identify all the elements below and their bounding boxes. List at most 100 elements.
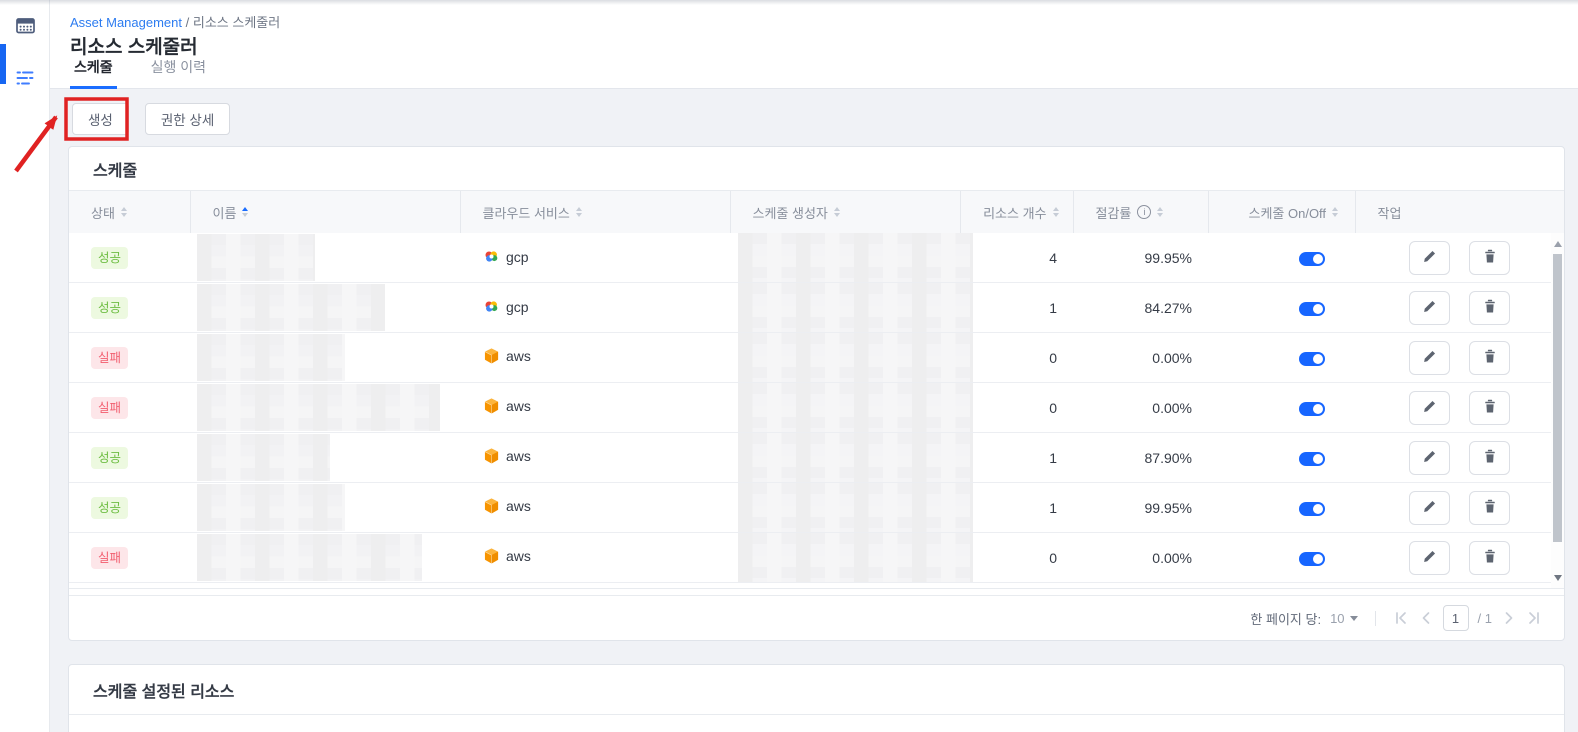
permission-detail-button[interactable]: 권한 상세 [145, 103, 230, 135]
sidebar-item-resource-scheduler[interactable] [0, 62, 50, 98]
delete-button[interactable] [1469, 291, 1510, 325]
redacted-name [197, 434, 330, 481]
sort-icon [1157, 207, 1163, 217]
last-page-button[interactable] [1526, 610, 1542, 626]
pencil-icon [1422, 399, 1437, 417]
scroll-up-icon[interactable] [1554, 241, 1562, 247]
cloud-provider-label: aws [506, 398, 531, 414]
edit-button[interactable] [1409, 541, 1450, 575]
first-page-button[interactable] [1393, 610, 1409, 626]
redacted-creator [738, 483, 973, 532]
table-row: 성공 [69, 433, 1564, 483]
delete-button[interactable] [1469, 341, 1510, 375]
trash-icon [1483, 549, 1497, 567]
sidebar-item-asset-inventory[interactable] [0, 10, 50, 46]
trash-icon [1483, 349, 1497, 367]
column-header-status[interactable]: 상태 [69, 191, 190, 233]
delete-button[interactable] [1469, 391, 1510, 425]
table-rows-viewport: 성공 [69, 233, 1564, 589]
cloud-provider-label: gcp [506, 299, 529, 315]
column-header-schedule-onoff[interactable]: 스케줄 On/Off [1208, 191, 1355, 233]
pencil-icon [1422, 249, 1437, 267]
schedule-toggle[interactable] [1299, 452, 1325, 466]
savings-rate: 99.95% [1073, 483, 1208, 533]
cloud-provider-label: aws [506, 348, 531, 364]
table-row: 성공 [69, 233, 1564, 283]
table-row: 실패 [69, 533, 1564, 583]
column-header-creator[interactable]: 스케줄 생성자 [730, 191, 960, 233]
scroll-down-icon[interactable] [1554, 575, 1562, 581]
resource-count: 1 [960, 433, 1073, 483]
resource-count: 4 [960, 233, 1073, 283]
prev-page-button[interactable] [1418, 610, 1434, 626]
trash-icon [1483, 399, 1497, 417]
pencil-icon [1422, 299, 1437, 317]
savings-rate: 0.00% [1073, 533, 1208, 583]
schedule-toggle[interactable] [1299, 552, 1325, 566]
edit-button[interactable] [1409, 441, 1450, 475]
status-badge: 실패 [91, 397, 128, 419]
edit-button[interactable] [1409, 341, 1450, 375]
trash-icon [1483, 299, 1497, 317]
trash-icon [1483, 499, 1497, 517]
savings-rate: 87.90% [1073, 433, 1208, 483]
edit-button[interactable] [1409, 391, 1450, 425]
create-button[interactable]: 생성 [72, 103, 129, 135]
aws-icon [484, 348, 499, 364]
aws-icon [484, 498, 499, 514]
redacted-name [197, 334, 345, 381]
tab-bar: 스케줄 실행 이력 [70, 57, 210, 89]
vertical-scrollbar[interactable] [1551, 233, 1564, 589]
sort-icon [1332, 207, 1338, 217]
app-root: Asset Management / 리소스 스케줄러 리소스 스케줄러 스케줄… [0, 0, 1578, 732]
edit-button[interactable] [1409, 241, 1450, 275]
delete-button[interactable] [1469, 441, 1510, 475]
toolbar: 생성 권한 상세 [68, 103, 1565, 135]
redacted-name [197, 384, 440, 431]
column-header-name[interactable]: 이름 [190, 191, 460, 233]
redacted-name [197, 484, 345, 531]
delete-button[interactable] [1469, 241, 1510, 275]
schedule-table-header: 상태 이름 클라우드 서비스 스케줄 생성자 [69, 191, 1564, 233]
delete-button[interactable] [1469, 491, 1510, 525]
status-badge: 실패 [91, 347, 128, 369]
column-header-resource-count[interactable]: 리소스 개수 [960, 191, 1073, 233]
cloud-provider-label: aws [506, 498, 531, 514]
redacted-name [197, 284, 385, 331]
column-header-savings-rate[interactable]: 절감률 [1073, 191, 1208, 233]
schedule-toggle[interactable] [1299, 302, 1325, 316]
delete-button[interactable] [1469, 541, 1510, 575]
schedule-toggle[interactable] [1299, 352, 1325, 366]
tab-execution-history[interactable]: 실행 이력 [147, 57, 210, 89]
redacted-name [197, 234, 315, 281]
breadcrumb-link-asset-management[interactable]: Asset Management [70, 15, 182, 30]
table-row: 실패 [69, 333, 1564, 383]
scrollbar-thumb[interactable] [1553, 254, 1562, 542]
info-icon[interactable] [1137, 205, 1151, 219]
edit-button[interactable] [1409, 491, 1450, 525]
schedule-toggle[interactable] [1299, 402, 1325, 416]
page-header: Asset Management / 리소스 스케줄러 리소스 스케줄러 스케줄… [50, 0, 1578, 89]
schedule-toggle[interactable] [1299, 252, 1325, 266]
savings-rate: 84.27% [1073, 283, 1208, 333]
breadcrumb-separator: / [186, 15, 190, 30]
chevron-down-icon [1350, 616, 1358, 621]
tab-schedule[interactable]: 스케줄 [70, 57, 117, 89]
schedule-card: 스케줄 상태 이름 [68, 146, 1565, 641]
redacted-name [197, 534, 422, 581]
sort-icon [121, 207, 127, 217]
aws-icon [484, 398, 499, 414]
resources-card: 스케줄 설정된 리소스 [68, 664, 1565, 732]
table-row: 성공 [69, 483, 1564, 533]
redacted-creator [738, 383, 973, 432]
main-area: Asset Management / 리소스 스케줄러 리소스 스케줄러 스케줄… [50, 0, 1578, 732]
edit-button[interactable] [1409, 291, 1450, 325]
current-page-input[interactable]: 1 [1443, 605, 1469, 631]
schedule-toggle[interactable] [1299, 502, 1325, 516]
next-page-button[interactable] [1501, 610, 1517, 626]
per-page-select[interactable]: 10 [1330, 611, 1357, 626]
column-header-cloud-service[interactable]: 클라우드 서비스 [460, 191, 730, 233]
resource-count: 0 [960, 533, 1073, 583]
table-grid-icon [16, 17, 35, 40]
schedule-table: 성공 [69, 233, 1564, 583]
